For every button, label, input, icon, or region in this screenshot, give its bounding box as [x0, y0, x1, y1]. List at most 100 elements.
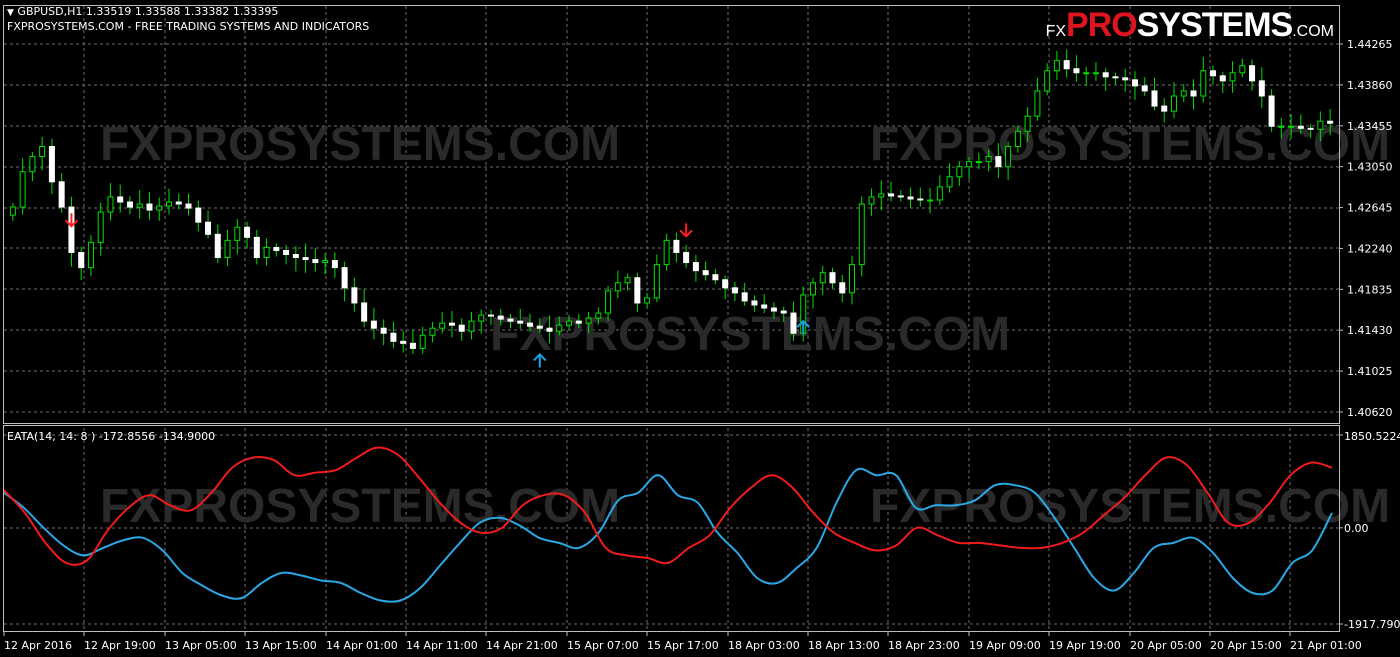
y-tick-label: -1917.7902 [1344, 618, 1400, 631]
candle-body [1102, 72, 1109, 78]
candle-body [507, 318, 514, 322]
candle-body [263, 246, 270, 259]
candle-body [634, 277, 641, 304]
candle-body [39, 145, 46, 158]
candle-body [888, 193, 895, 197]
candle-body [390, 332, 397, 342]
logo-pro: PRO [1066, 6, 1138, 44]
candle-body [770, 307, 777, 312]
candle-body [468, 320, 475, 332]
x-tick-label: 15 Apr 07:00 [567, 639, 639, 652]
y-tick-label: 1.43860 [1347, 79, 1393, 92]
candle-body [370, 320, 377, 329]
chart-stage[interactable]: FXPROSYSTEMS.COM FXPROSYSTEMS.COM FXPROSYS… [0, 0, 1400, 657]
candle-body [146, 203, 153, 211]
candle-body [1073, 68, 1080, 74]
candle-body [663, 239, 670, 266]
y-tick-label: 0.00 [1344, 522, 1369, 535]
brand-logo: FXPROSYSTEMS.COM [1046, 6, 1334, 45]
candle-body [1258, 80, 1265, 97]
watermark-text: FXPROSYSTEMS.COM [870, 118, 1390, 171]
candle-body [946, 176, 953, 188]
symbol-header[interactable]: ▼ GBPUSD,H1 1.33519 1.33588 1.33382 1.33… [7, 5, 278, 20]
candle-body [78, 251, 85, 269]
y-tick-label: 1.42645 [1347, 202, 1393, 215]
candle-body [253, 236, 260, 259]
candle-body [117, 196, 124, 203]
candle-body [1288, 125, 1295, 128]
candle-body [380, 327, 387, 334]
candle-body [136, 203, 143, 208]
candle-body [927, 199, 934, 202]
candle-body [683, 251, 690, 264]
candle-body [1171, 95, 1178, 112]
y-tick-label: 1.44265 [1347, 38, 1393, 51]
x-tick-label: 19 Apr 09:00 [969, 639, 1041, 652]
candle-body [1034, 90, 1041, 117]
candle-body [87, 241, 94, 269]
candle-body [1278, 125, 1285, 128]
candle-body [790, 312, 797, 334]
candle-body [126, 201, 133, 208]
candle-body [556, 324, 563, 332]
candle-body [722, 279, 729, 289]
candle-body [546, 327, 553, 332]
candle-body [566, 320, 573, 326]
candle-body [478, 314, 485, 322]
candle-body [985, 156, 992, 163]
candle-body [1200, 70, 1207, 97]
candle-body [175, 201, 182, 205]
candle-body [517, 320, 524, 324]
x-tick-label: 18 Apr 13:00 [808, 639, 880, 652]
candle-body [673, 239, 680, 253]
candle-body [731, 287, 738, 294]
y-tick-label: 1.41430 [1347, 324, 1393, 337]
candle-body [439, 322, 446, 329]
candle-body [878, 193, 885, 198]
candle-body [185, 203, 192, 209]
logo-fx: FX [1045, 23, 1067, 40]
candle-body [1239, 65, 1246, 74]
candle-body [761, 304, 768, 309]
symbol-line: GBPUSD,H1 1.33519 1.33588 1.33382 1.3339… [17, 5, 279, 18]
candle-body [624, 277, 631, 284]
x-tick-label: 18 Apr 03:00 [728, 639, 800, 652]
candle-body [1122, 77, 1129, 81]
candle-body [536, 325, 543, 329]
candle-body [819, 272, 826, 284]
candle-body [1044, 70, 1051, 92]
y-tick-label: 1.41025 [1347, 365, 1393, 378]
watermark-text: FXPROSYSTEMS.COM [490, 308, 1010, 361]
candle-body [868, 196, 875, 205]
candle-body [595, 312, 602, 319]
y-tick-label: 1.40620 [1347, 406, 1393, 419]
candle-body [448, 322, 455, 326]
candle-body [1083, 72, 1090, 75]
candle-body [809, 282, 816, 296]
candle-body [1161, 105, 1168, 112]
candle-body [361, 302, 368, 322]
candle-body [1190, 90, 1197, 97]
candle-body [58, 181, 65, 208]
candle-body [1092, 72, 1099, 75]
candle-body [165, 201, 172, 207]
candle-body [1024, 115, 1031, 132]
candle-body [712, 274, 719, 281]
candle-body [1112, 76, 1119, 79]
candle-body [214, 233, 221, 259]
candle-body [1268, 95, 1275, 127]
x-tick-label: 20 Apr 05:00 [1130, 639, 1202, 652]
candle-body [839, 282, 846, 294]
chevron-down-icon[interactable]: ▼ [7, 8, 14, 18]
candle-body [1327, 120, 1334, 124]
candle-body [692, 262, 699, 272]
candle-body [487, 314, 494, 317]
candle-body [1307, 127, 1314, 130]
candle-body [419, 334, 426, 349]
candle-body [292, 254, 299, 259]
candle-body [1014, 130, 1021, 147]
candle-body [653, 264, 660, 299]
candle-body [224, 239, 231, 259]
candle-body [644, 297, 651, 304]
chart-canvas[interactable]: FXPROSYSTEMS.COM FXPROSYSTEMS.COM FXPROSYS… [0, 0, 1400, 657]
